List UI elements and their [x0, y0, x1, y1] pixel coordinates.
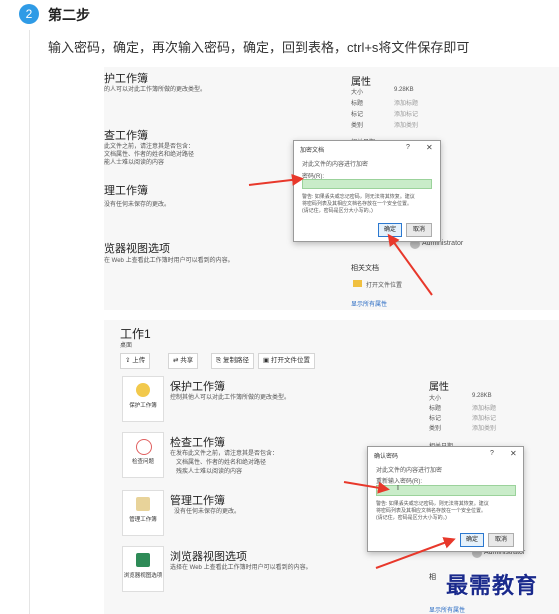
step-number-badge: 2 — [19, 4, 39, 24]
arrow-to-reenter-field — [343, 481, 390, 494]
step-timeline-line — [29, 30, 30, 614]
screenshot-encrypt-password: 护工作簿 的人可以对此工作簿所做的更改类型。 查工作簿 此文件之前，请注意其是否… — [104, 67, 559, 310]
watermark-logo: 最需教育 — [446, 573, 539, 599]
annotation-arrows — [248, 173, 433, 296]
step-description: 输入密码，确定，再次输入密码，确定，回到表格，ctrl+s将文件保存即可 — [48, 40, 470, 55]
arrow-to-password-field — [248, 173, 304, 186]
arrow-to-ok-button — [375, 537, 456, 569]
step-title: 第二步 — [48, 7, 90, 23]
arrow-to-ok-button — [387, 233, 433, 296]
